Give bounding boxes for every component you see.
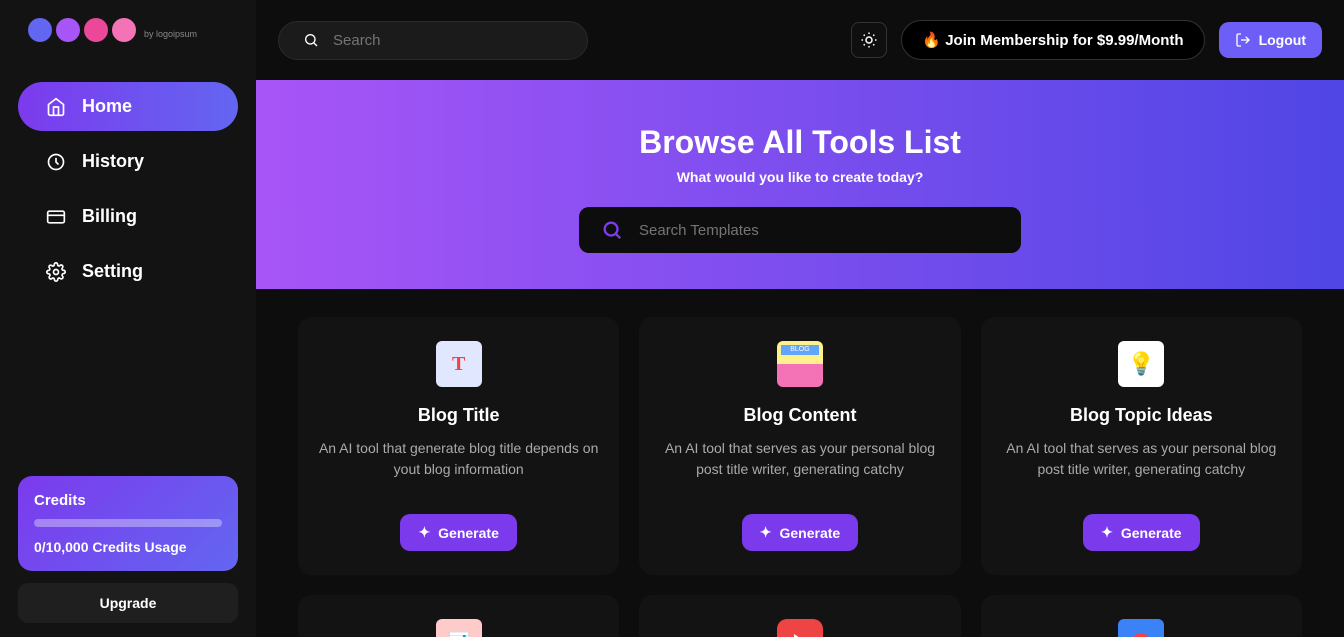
logout-icon <box>1235 32 1251 48</box>
sidebar-item-setting[interactable]: Setting <box>18 247 238 296</box>
tool-card: BLOG Blog Content An AI tool that serves… <box>639 317 960 575</box>
tool-card: 💡 Blog Topic Ideas An AI tool that serve… <box>981 317 1302 575</box>
blog-content-icon: BLOG <box>777 341 823 387</box>
tool-card: 📊 <box>298 595 619 637</box>
sidebar-item-history[interactable]: History <box>18 137 238 186</box>
card-title: Blog Content <box>744 405 857 426</box>
gear-icon <box>46 262 66 282</box>
membership-button[interactable]: 🔥 Join Membership for $9.99/Month <box>901 20 1204 60</box>
top-search-input[interactable] <box>333 32 563 49</box>
generate-button[interactable]: ✦ Generate <box>1083 514 1199 551</box>
generate-button[interactable]: ✦ Generate <box>400 514 516 551</box>
card-title: Blog Title <box>418 405 500 426</box>
topbar: 🔥 Join Membership for $9.99/Month Logout <box>256 0 1344 80</box>
blog-title-icon: T <box>436 341 482 387</box>
logout-button[interactable]: Logout <box>1219 22 1322 58</box>
theme-toggle-button[interactable] <box>851 22 887 58</box>
search-icon <box>601 219 623 241</box>
sidebar-item-label: Home <box>82 96 132 117</box>
sidebar-nav: Home History Billing Setting <box>18 82 238 296</box>
card-description: An AI tool that generate blog title depe… <box>318 438 599 480</box>
video-player-icon <box>1118 619 1164 637</box>
sidebar: by logoipsum Home History Billing Settin… <box>0 0 256 637</box>
credit-card-icon <box>46 207 66 227</box>
sidebar-item-label: Billing <box>82 206 137 227</box>
generate-label: Generate <box>1121 525 1182 541</box>
hero-subtitle: What would you like to create today? <box>677 169 924 185</box>
tool-card: T Blog Title An AI tool that generate bl… <box>298 317 619 575</box>
blog-ideas-icon: 💡 <box>1118 341 1164 387</box>
sparkle-icon: ✦ <box>1101 524 1113 541</box>
credits-title: Credits <box>34 492 222 509</box>
upgrade-button[interactable]: Upgrade <box>18 583 238 623</box>
sparkle-icon: ✦ <box>760 524 772 541</box>
tool-card <box>981 595 1302 637</box>
card-title: Blog Topic Ideas <box>1070 405 1213 426</box>
card-description: An AI tool that serves as your personal … <box>659 438 940 480</box>
top-search[interactable] <box>278 21 588 60</box>
generate-label: Generate <box>780 525 841 541</box>
hero-banner: Browse All Tools List What would you lik… <box>256 80 1344 289</box>
logo-dot-icon <box>28 18 52 42</box>
history-icon <box>46 152 66 172</box>
youtube-icon <box>777 619 823 637</box>
sparkle-icon: ✦ <box>418 524 430 541</box>
sidebar-item-label: History <box>82 151 144 172</box>
logo-byline: by logoipsum <box>144 29 197 39</box>
chart-icon: 📊 <box>436 619 482 637</box>
credits-progress-bar <box>34 519 222 527</box>
sidebar-item-label: Setting <box>82 261 143 282</box>
main-area: 🔥 Join Membership for $9.99/Month Logout… <box>256 0 1344 637</box>
generate-label: Generate <box>438 525 499 541</box>
search-icon <box>303 32 319 48</box>
template-search[interactable] <box>579 207 1021 253</box>
logo-dot-icon <box>84 18 108 42</box>
content-scroll[interactable]: Browse All Tools List What would you lik… <box>256 80 1344 637</box>
sidebar-item-billing[interactable]: Billing <box>18 192 238 241</box>
card-description: An AI tool that serves as your personal … <box>1001 438 1282 480</box>
hero-title: Browse All Tools List <box>639 124 961 161</box>
tool-card <box>639 595 960 637</box>
app-logo: by logoipsum <box>18 14 238 52</box>
logout-label: Logout <box>1259 32 1306 48</box>
credits-usage-text: 0/10,000 Credits Usage <box>34 539 222 555</box>
sun-icon <box>860 31 878 49</box>
template-search-input[interactable] <box>639 222 999 239</box>
generate-button[interactable]: ✦ Generate <box>742 514 858 551</box>
logo-dot-icon <box>56 18 80 42</box>
sidebar-item-home[interactable]: Home <box>18 82 238 131</box>
credits-panel: Credits 0/10,000 Credits Usage <box>18 476 238 571</box>
tool-cards-grid: T Blog Title An AI tool that generate bl… <box>256 289 1344 637</box>
logo-dot-icon <box>112 18 136 42</box>
home-icon <box>46 97 66 117</box>
